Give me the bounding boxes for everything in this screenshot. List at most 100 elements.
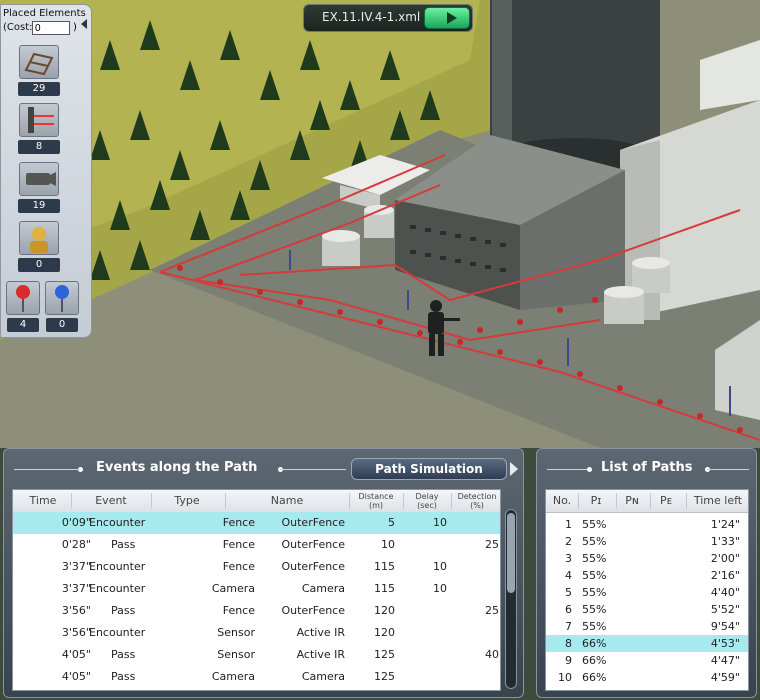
col-distance-unit: (m) [368,501,384,510]
event-time: 0'09" [61,516,91,529]
path-row[interactable]: 6 55% 5'52" [546,601,748,618]
event-row[interactable]: 3'37" Encounter Camera Camera 115 10 [13,578,500,600]
path-row[interactable]: 1 55% 1'24" [546,516,748,533]
guard-tile[interactable] [19,221,59,255]
path-time-left: 2'00" [710,552,740,565]
path-pi: 55% [582,569,607,582]
placed-elements-title: Placed Elements [3,8,86,19]
cost-input[interactable] [32,21,70,35]
col-distance[interactable]: Distance (m) [351,492,401,514]
event-distance: 5 [388,516,395,529]
active-ir-sensor-icon [28,107,54,133]
file-bar: EX.11.IV.4-1.xml [303,4,473,32]
event-row[interactable]: 0'09" Encounter Fence OuterFence 5 10 [13,512,500,534]
event-distance: 10 [381,538,395,551]
path-time-left: 5'52" [710,603,740,616]
play-button[interactable] [424,7,470,29]
path-simulation-button[interactable]: Path Simulation [351,458,507,480]
events-table-header: Time Event Type Name Distance (m) Delay … [13,490,500,513]
event-name: Active IR [296,626,345,639]
col-pn[interactable]: Pɴ [618,490,646,512]
path-no: 1 [565,518,572,531]
play-icon [447,12,457,24]
path-no: 6 [565,603,572,616]
guard-icon [30,227,48,253]
path-pi: 66% [582,637,607,650]
events-panel-title: Events along the Path [96,460,258,475]
paths-panel: List of Paths No. Pɪ Pɴ Pᴇ Time left 1 55… [536,448,757,698]
fence-count: 29 [18,82,60,96]
col-time[interactable]: Time [19,490,67,512]
event-delay: 10 [433,560,447,573]
cost-label: (Cost: [3,22,33,33]
event-type: Camera [211,582,255,595]
event-row[interactable]: 0'28" Pass Fence OuterFence 10 25 [13,534,500,556]
event-detection: 25 [485,538,499,551]
path-row[interactable]: 7 55% 9'54" [546,618,748,635]
path-row[interactable]: 5 55% 4'40" [546,584,748,601]
event-kind: Encounter [89,626,146,639]
col-pe[interactable]: Pᴇ [652,490,680,512]
event-distance: 125 [374,670,395,683]
events-scrollbar-thumb[interactable] [507,513,515,593]
event-kind: Encounter [89,582,146,595]
event-row[interactable]: 3'56" Encounter Sensor Active IR 120 [13,622,500,644]
path-no: 8 [565,637,572,650]
event-row[interactable]: 3'56" Pass Fence OuterFence 120 25 [13,600,500,622]
event-name: Active IR [296,648,345,661]
fence-icon [24,52,54,76]
event-detection: 40 [485,648,499,661]
event-row[interactable]: 4'05" Pass Sensor Active IR 125 40 [13,644,500,666]
collapse-panel-icon[interactable] [81,19,87,29]
col-delay-unit: (sec) [417,501,437,510]
path-pi: 55% [582,518,607,531]
event-distance: 115 [374,582,395,595]
event-delay: 10 [433,516,447,529]
col-pi[interactable]: Pɪ [580,490,612,512]
event-name: Camera [301,670,345,683]
event-delay: 10 [433,582,447,595]
event-row[interactable]: 3'37" Encounter Fence OuterFence 115 10 [13,556,500,578]
blue-pin-count: 0 [46,318,78,332]
ir-sensor-count: 8 [18,140,60,154]
col-detection[interactable]: Detection (%) [453,492,500,514]
fence-tile[interactable] [19,45,59,79]
col-type[interactable]: Type [155,490,219,512]
event-type: Sensor [217,626,255,639]
event-kind: Pass [111,604,136,617]
event-type: Fence [222,538,255,551]
col-time-left[interactable]: Time left [688,490,748,512]
events-scrollbar[interactable] [505,509,517,689]
paths-title-divider-left [547,469,589,470]
event-name: OuterFence [281,604,345,617]
path-row[interactable]: 4 55% 2'16" [546,567,748,584]
path-pi: 66% [582,671,607,684]
path-pi: 55% [582,552,607,565]
path-row[interactable]: 9 66% 4'47" [546,652,748,669]
active-ir-sensor-tile[interactable] [19,103,59,137]
col-event[interactable]: Event [75,490,147,512]
title-divider-right [280,469,346,470]
paths-title-divider-right [707,469,749,470]
path-no: 4 [565,569,572,582]
event-name: Camera [301,582,345,595]
red-pin-tile[interactable] [6,281,40,315]
path-no: 2 [565,535,572,548]
3d-viewport[interactable] [0,0,760,448]
event-row[interactable]: 4'05" Pass Camera Camera 125 [13,666,500,688]
col-name[interactable]: Name [229,490,345,512]
camera-tile[interactable] [19,162,59,196]
path-row[interactable]: 3 55% 2'00" [546,550,748,567]
path-row[interactable]: 8 66% 4'53" [546,635,748,652]
blue-pin-tile[interactable] [45,281,79,315]
col-no[interactable]: No. [548,490,576,512]
expand-arrow-icon[interactable] [510,462,518,476]
path-row[interactable]: 10 66% 4'59" [546,669,748,686]
path-time-left: 1'24" [710,518,740,531]
event-name: OuterFence [281,560,345,573]
event-kind: Encounter [89,516,146,529]
path-row[interactable]: 2 55% 1'33" [546,533,748,550]
col-detection-label: Detection [457,492,497,501]
path-time-left: 9'54" [710,620,740,633]
col-delay[interactable]: Delay (sec) [405,492,449,514]
